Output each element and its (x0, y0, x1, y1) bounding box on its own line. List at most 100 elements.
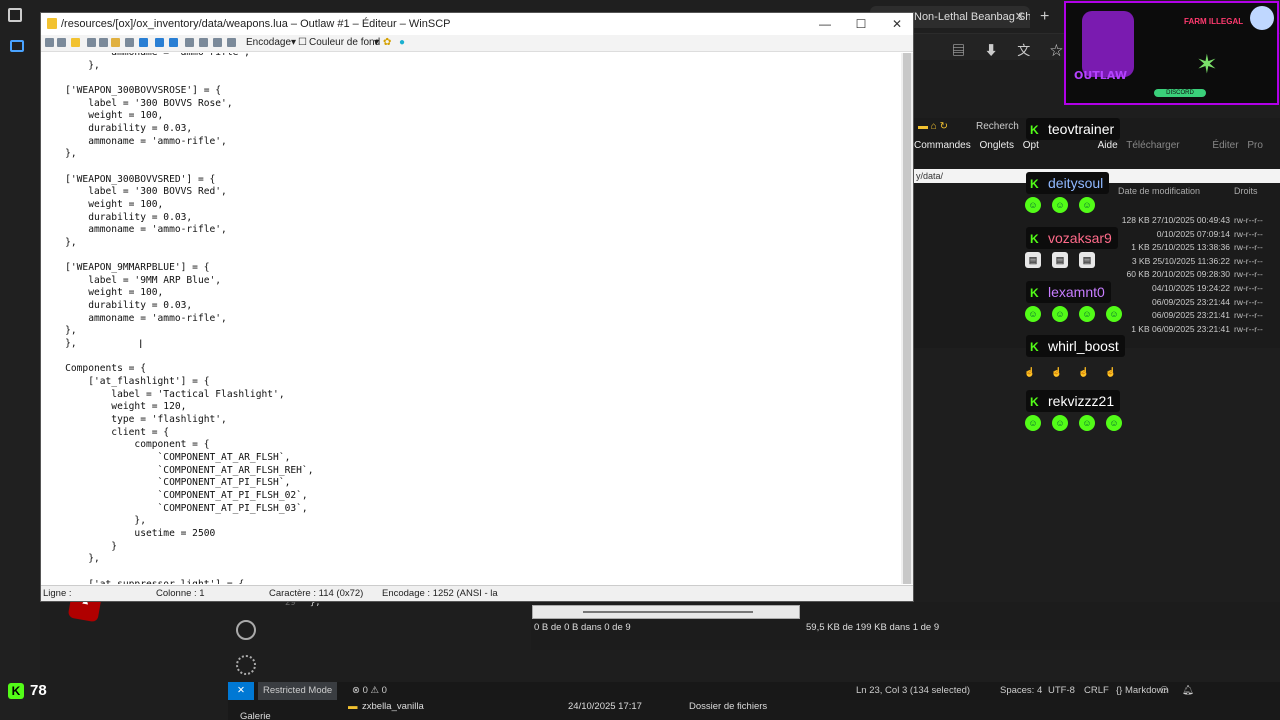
replace-icon[interactable] (199, 38, 208, 47)
file-rights: rw-r--r-- (1234, 282, 1263, 293)
code-editor[interactable]: ammoname = 'ammo-rifle', }, ['WEAPON_300… (41, 53, 901, 584)
settings-icon[interactable]: ✿ (383, 37, 391, 48)
remote-icon[interactable]: ✕ (228, 682, 254, 700)
discord-badge: DISCORD (1154, 89, 1206, 97)
file-rights: rw-r--r-- (1234, 228, 1263, 239)
emote-icon: ☝ (1078, 367, 1090, 377)
menu-commands[interactable]: Commandes (914, 140, 971, 151)
leaf-icon: ✶ (1196, 49, 1218, 79)
kick-icon: K (1030, 395, 1039, 409)
cursor-position[interactable]: Ln 23, Col 3 (134 selected) (856, 682, 970, 700)
delete-icon[interactable] (125, 38, 134, 47)
file-row[interactable]: 3 KB 25/10/2025 11:36:22 rw-r--r-- (1090, 255, 1280, 269)
column-date[interactable]: Date de modification (1118, 186, 1200, 196)
minimize-button[interactable]: — (807, 13, 843, 35)
pencil-icon (47, 18, 57, 29)
menu-download[interactable]: Télécharger (1126, 140, 1179, 151)
file-rights: rw-r--r-- (1234, 242, 1263, 253)
file-row[interactable]: 1 KB 25/10/2025 13:38:36 rw-r--r-- (1090, 241, 1280, 255)
gear-icon[interactable] (236, 655, 256, 675)
menu-tabs[interactable]: Onglets (979, 140, 1013, 151)
file-encoding[interactable]: UTF-8 (1048, 682, 1075, 700)
paste-icon[interactable] (111, 38, 120, 47)
file-rights: rw-r--r-- (1234, 296, 1263, 307)
editor-statusbar: Ligne : Colonne : 1 Caractère : 114 (0x7… (41, 585, 913, 601)
copilot-icon[interactable]: ⚇ (1160, 682, 1169, 700)
kick-icon: K (1030, 177, 1039, 191)
emote-icon: ☺ (1025, 415, 1041, 431)
menu-options[interactable]: Opt (1023, 140, 1039, 151)
emote-icon: ☺ (1079, 197, 1095, 213)
save-all-icon[interactable] (57, 38, 66, 47)
browser-actions[interactable]: ▤ ⬇ 文 ☆ (952, 40, 1071, 59)
close-button[interactable]: ✕ (879, 13, 915, 35)
emote-icon: ☝ (1051, 367, 1063, 377)
undo-icon[interactable] (155, 38, 164, 47)
file-row[interactable]: 0/10/2025 07:09:14 rw-r--r-- (1090, 228, 1280, 242)
find-next-icon[interactable] (213, 38, 222, 47)
chat-username: Kwhirl_boost (1026, 335, 1125, 357)
close-icon[interactable]: ✕ (1015, 6, 1024, 28)
file-row[interactable]: 04/10/2025 19:24:22 rw-r--r-- (1090, 282, 1280, 296)
vertical-scrollbar[interactable] (901, 53, 913, 584)
browser-tab-label: Non-Lethal Beanbag Sho (914, 11, 1030, 23)
restricted-mode-indicator[interactable]: Restricted Mode (258, 682, 338, 700)
folder-icon: ▬ (348, 701, 358, 712)
menu-properties[interactable]: Pro (1247, 140, 1263, 151)
chat-username-text: deitysoul (1048, 175, 1104, 191)
file-row[interactable]: 128 KB 27/10/2025 00:49:43 rw-r--r-- (1090, 214, 1280, 228)
bell-icon[interactable]: 🔔︎ (1182, 682, 1194, 700)
file-row[interactable]: 60 KB 20/10/2025 09:28:30 rw-r--r-- (1090, 268, 1280, 282)
encoding-indicator: Encodage : 1252 (ANSI - la (382, 588, 498, 599)
chevron-down-icon[interactable]: ▾ (374, 37, 379, 48)
menu-help[interactable]: Aide (1098, 140, 1118, 151)
kick-icon: K (1030, 286, 1039, 300)
encoding-menu[interactable]: Encodage (246, 37, 291, 48)
line-ending[interactable]: CRLF (1084, 682, 1109, 700)
code-content[interactable]: ammoname = 'ammo-rifle', }, ['WEAPON_300… (41, 53, 901, 584)
file-rights: rw-r--r-- (1234, 269, 1263, 280)
editor-titlebar[interactable]: /resources/[ox]/ox_inventory/data/weapon… (41, 13, 913, 35)
file-explorer-row[interactable]: Galerie ▬ zxbella_vanilla 24/10/2025 17:… (228, 700, 1280, 720)
indentation[interactable]: Spaces: 4 (1000, 682, 1042, 700)
chevron-down-icon[interactable]: ▾ (291, 37, 296, 48)
background-color-checkbox-icon[interactable]: ☐ (298, 37, 307, 48)
open-icon[interactable] (71, 38, 80, 47)
emote-icon: ☺ (1079, 306, 1095, 322)
find-icon[interactable] (185, 38, 194, 47)
emote-icon: ▤ (1025, 252, 1041, 268)
kick-icon: K (1030, 123, 1039, 137)
column-rights[interactable]: Droits (1234, 186, 1258, 196)
emote-icon: ☺ (1052, 197, 1068, 213)
scrollbar-thumb[interactable] (903, 53, 911, 584)
chat-emotes: ☝ ☝ ☝ ☝ (1022, 364, 1119, 384)
gallery-label[interactable]: Galerie (240, 710, 271, 720)
problems-indicator[interactable]: ⊗ 0 ⚠ 0 (352, 682, 387, 700)
copy-icon[interactable] (99, 38, 108, 47)
avatar (1250, 6, 1274, 30)
new-tab-icon[interactable]: + (1040, 8, 1049, 26)
window-icon[interactable] (8, 8, 22, 22)
transfer-progress (532, 605, 800, 619)
folder-date: 24/10/2025 17:17 (568, 701, 642, 712)
background-color-menu[interactable]: Couleur de fond (309, 37, 380, 48)
menu-edit[interactable]: Éditer (1212, 140, 1238, 151)
search-label[interactable]: Recherch (976, 121, 1019, 132)
account-icon[interactable] (236, 620, 256, 640)
column-indicator: Colonne : 1 (156, 588, 205, 599)
stream-logo: OUTLAW FARM ILLEGAL ✶ DISCORD (1064, 1, 1279, 105)
select-all-icon[interactable] (139, 38, 148, 47)
goto-line-icon[interactable] (227, 38, 236, 47)
save-icon[interactable] (45, 38, 54, 47)
winscp-menu[interactable]: Commandes Onglets Opt Aide Télécharger É… (914, 140, 1280, 156)
cut-icon[interactable] (87, 38, 96, 47)
help-icon[interactable]: ● (399, 37, 405, 48)
editor-toolbar: Encodage ▾ ☐ Couleur de fond ▾ ✿ ● (41, 35, 913, 52)
vscode-status-bar: ✕ Restricted Mode ⊗ 0 ⚠ 0 Ln 23, Col 3 (… (228, 682, 1280, 700)
folder-icons[interactable]: ▬ ⌂ ↻ (918, 121, 948, 132)
tab-icon[interactable] (10, 40, 24, 52)
maximize-button[interactable]: ☐ (843, 13, 879, 35)
redo-icon[interactable] (169, 38, 178, 47)
file-date: 60 KB 20/10/2025 09:28:30 (1126, 269, 1230, 280)
chat-emotes: ▤ ▤ ▤ (1025, 252, 1095, 272)
